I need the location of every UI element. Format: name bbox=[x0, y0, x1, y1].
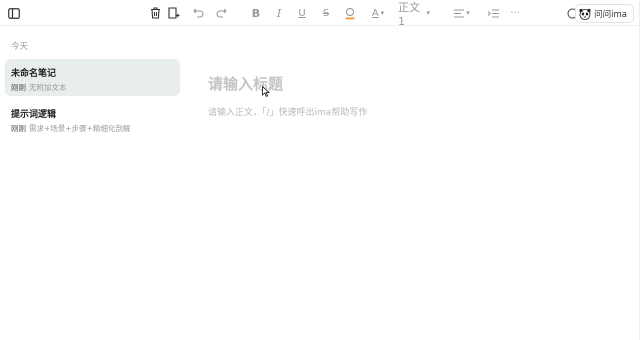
date-group-label: 今天 bbox=[11, 42, 29, 52]
text-style-select[interactable]: 正文1 ▾ bbox=[398, 1, 430, 28]
underline-icon[interactable]: U bbox=[296, 5, 308, 21]
ask-ima-button[interactable]: 问问ima bbox=[575, 4, 634, 23]
font-color-icon[interactable]: A ▾ bbox=[368, 5, 388, 21]
undo-icon[interactable] bbox=[192, 5, 204, 21]
highlight-icon[interactable] bbox=[343, 5, 357, 21]
note-title-input[interactable]: 请输入标题 bbox=[208, 73, 283, 94]
note-item[interactable]: 提示词逻辑 刚刚 需求+场景+步骤+精细化剖解 bbox=[5, 100, 180, 137]
indent-icon[interactable] bbox=[486, 5, 500, 21]
more-options-icon[interactable]: ··· bbox=[508, 5, 522, 21]
panda-icon bbox=[579, 8, 591, 20]
ask-ima-label: 问问ima bbox=[594, 9, 627, 20]
bold-icon[interactable]: B bbox=[250, 5, 262, 21]
toolbar: B I U S A ▾ 正文1 ▾ ▾ ··· 问问ima bbox=[0, 0, 640, 28]
sidebar-toggle-icon[interactable] bbox=[7, 5, 21, 21]
note-title: 未命名笔记 bbox=[11, 69, 57, 79]
strikethrough-icon[interactable]: S bbox=[320, 5, 332, 21]
trash-icon[interactable] bbox=[148, 5, 162, 21]
note-title: 提示词逻辑 bbox=[11, 110, 57, 120]
note-item-active[interactable]: 未命名笔记 刚刚 无附加文本 bbox=[5, 59, 180, 96]
note-meta: 刚刚 需求+场景+步骤+精细化剖解 bbox=[11, 123, 180, 134]
note-time: 刚刚 bbox=[11, 83, 26, 92]
note-body-input[interactable]: 请输入正文，「/」快速呼出ima帮助写作 bbox=[208, 105, 367, 118]
redo-icon[interactable] bbox=[215, 5, 227, 21]
note-meta: 刚刚 无附加文本 bbox=[11, 82, 180, 93]
mouse-pointer-icon bbox=[262, 82, 271, 101]
align-icon[interactable]: ▾ bbox=[453, 5, 471, 21]
italic-icon[interactable]: I bbox=[273, 5, 285, 21]
save-note-icon[interactable] bbox=[167, 5, 181, 21]
note-preview: 需求+场景+步骤+精细化剖解 bbox=[29, 124, 131, 133]
notes-sidebar: 今天 未命名笔记 刚刚 无附加文本 提示词逻辑 刚刚 需求+场景+步骤+精细化剖解 bbox=[0, 26, 188, 340]
note-time: 刚刚 bbox=[11, 124, 26, 133]
text-style-label: 正文1 bbox=[398, 0, 420, 28]
note-preview: 无附加文本 bbox=[29, 83, 67, 92]
